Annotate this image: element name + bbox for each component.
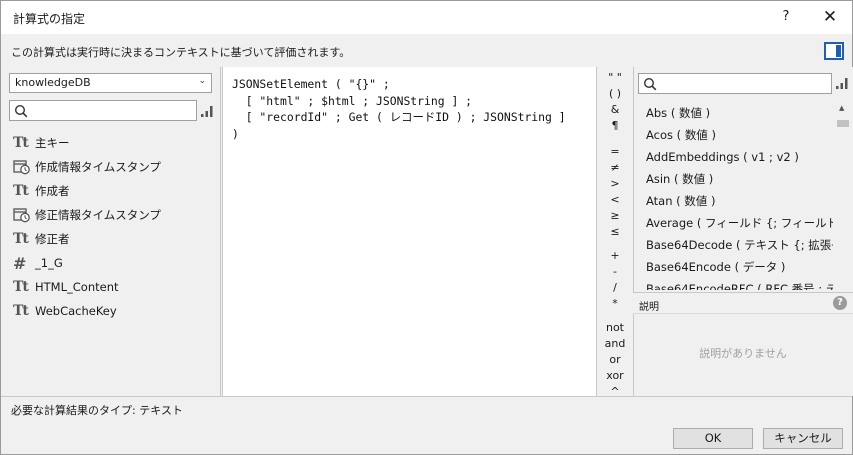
operator-button[interactable]: / (598, 281, 632, 294)
chevron-down-icon: ⌄ (198, 76, 206, 86)
formula-text[interactable]: JSONSetElement ( "{}" ; [ "html" ; $html… (232, 76, 566, 142)
field-item-label: 作成情報タイムスタンプ (35, 160, 161, 174)
text-field-icon: Tt (13, 279, 29, 295)
ok-button[interactable]: OK (673, 428, 753, 449)
operator-button[interactable]: " " (598, 71, 632, 84)
text-field-icon: Tt (13, 183, 29, 199)
search-icon (643, 77, 657, 91)
text-field-icon: Tt (13, 231, 29, 247)
function-item[interactable]: Abs ( 数値 ) (638, 102, 833, 124)
field-item-label: 修正情報タイムスタンプ (35, 208, 161, 222)
field-item[interactable]: Tt WebCacheKey (13, 299, 213, 323)
database-select-value: knowledgeDB (15, 76, 91, 89)
function-item[interactable]: Average ( フィールド {; フィールド...} ) (638, 212, 833, 234)
calculation-dialog: 計算式の指定 ? ✕ この計算式は実行時に決まるコンテキストに基づいて評価されま… (0, 0, 853, 455)
result-type-label: 必要な計算結果のタイプ: テキスト (11, 404, 183, 417)
scroll-thumb[interactable] (837, 120, 849, 127)
operator-button[interactable]: - (598, 265, 632, 278)
text-field-icon: Tt (13, 303, 29, 319)
operator-button[interactable]: ≠ (598, 161, 632, 174)
field-item-label: 修正者 (35, 232, 70, 246)
bottom-divider (1, 396, 852, 397)
operator-button[interactable]: ¶ (598, 119, 632, 132)
dialog-title: 計算式の指定 (13, 12, 86, 26)
field-list: Tt 主キー作成情報タイムスタンプ Tt 作成者修正情報タイムスタンプ Tt 修正者 # _1… (13, 131, 213, 323)
database-select[interactable]: knowledgeDB ⌄ (9, 73, 212, 93)
function-item[interactable]: Base64Decode ( テキスト {; 拡張子... (638, 234, 833, 256)
function-item[interactable]: Atan ( 数値 ) (638, 190, 833, 212)
operator-button[interactable]: < (598, 193, 632, 206)
description-help-icon[interactable]: ? (833, 296, 847, 310)
text-field-icon: Tt (13, 135, 29, 151)
field-item[interactable]: Tt 主キー (13, 131, 213, 155)
field-item[interactable]: Tt 作成者 (13, 179, 213, 203)
scroll-up-icon[interactable]: ▲ (839, 104, 844, 112)
field-item-label: 主キー (35, 136, 70, 150)
description-empty-text: 説明がありません (699, 347, 787, 360)
operator-button[interactable]: ≥ (598, 209, 632, 222)
function-item[interactable]: Acos ( 数値 ) (638, 124, 833, 146)
field-search-input[interactable] (9, 100, 197, 121)
sort-icon[interactable] (835, 76, 849, 90)
timestamp-field-icon (13, 159, 33, 175)
operator-button[interactable]: + (598, 249, 632, 262)
field-item[interactable]: 作成情報タイムスタンプ (13, 155, 213, 179)
field-item-label: HTML_Content (35, 280, 119, 294)
context-info-bar: この計算式は実行時に決まるコンテキストに基づいて評価されます。 (1, 34, 852, 67)
help-button[interactable]: ? (774, 5, 798, 29)
function-list: Abs ( 数値 ) Acos ( 数値 ) AddEmbeddings ( v1 … (638, 102, 833, 290)
sort-icon[interactable] (200, 104, 214, 118)
field-item[interactable]: Tt HTML_Content (13, 275, 213, 299)
cancel-button[interactable]: キャンセル (763, 428, 843, 449)
number-field-icon: # (13, 253, 27, 273)
field-item-label: _1_G (35, 256, 63, 270)
operator-button[interactable]: ( ) (598, 87, 632, 100)
title-bar: 計算式の指定 ? ✕ (1, 1, 852, 34)
field-item[interactable]: # _1_G (13, 251, 213, 275)
timestamp-field-icon (13, 207, 33, 223)
description-title: 説明 (639, 302, 659, 313)
search-icon (14, 104, 28, 118)
operator-button[interactable]: ≤ (598, 225, 632, 238)
operator-button[interactable]: xor (598, 369, 632, 382)
operator-button[interactable]: > (598, 177, 632, 190)
field-item-label: WebCacheKey (35, 304, 117, 318)
function-item[interactable]: Base64Encode ( データ ) (638, 256, 833, 278)
field-item[interactable]: Tt 修正者 (13, 227, 213, 251)
operator-column: " "( ) & ¶ = ≠ > < ≥ ≤ + - / * not and or xor ^ (598, 67, 632, 398)
formula-editor[interactable]: JSONSetElement ( "{}" ; [ "html" ; $html… (222, 67, 597, 396)
close-button[interactable]: ✕ (817, 5, 843, 29)
function-search-input[interactable] (638, 73, 832, 94)
function-item[interactable]: AddEmbeddings ( v1 ; v2 ) (638, 146, 833, 168)
operator-button[interactable]: = (598, 145, 632, 158)
description-header: 説明 ? (633, 292, 853, 314)
operator-button[interactable]: not (598, 321, 632, 334)
field-item[interactable]: 修正情報タイムスタンプ (13, 203, 213, 227)
operator-button[interactable]: & (598, 103, 632, 116)
function-list-scrollbar[interactable]: ▲ (834, 102, 852, 290)
operator-button[interactable]: or (598, 353, 632, 366)
operator-button[interactable]: and (598, 337, 632, 350)
context-info-text: この計算式は実行時に決まるコンテキストに基づいて評価されます。 (11, 46, 351, 59)
field-item-label: 作成者 (35, 184, 70, 198)
operator-button[interactable]: * (598, 297, 632, 310)
panel-toggle-icon[interactable] (824, 42, 844, 60)
function-item[interactable]: Asin ( 数値 ) (638, 168, 833, 190)
function-item[interactable]: Base64EncodeRFC ( RFC 番号 ; デ (638, 278, 833, 290)
